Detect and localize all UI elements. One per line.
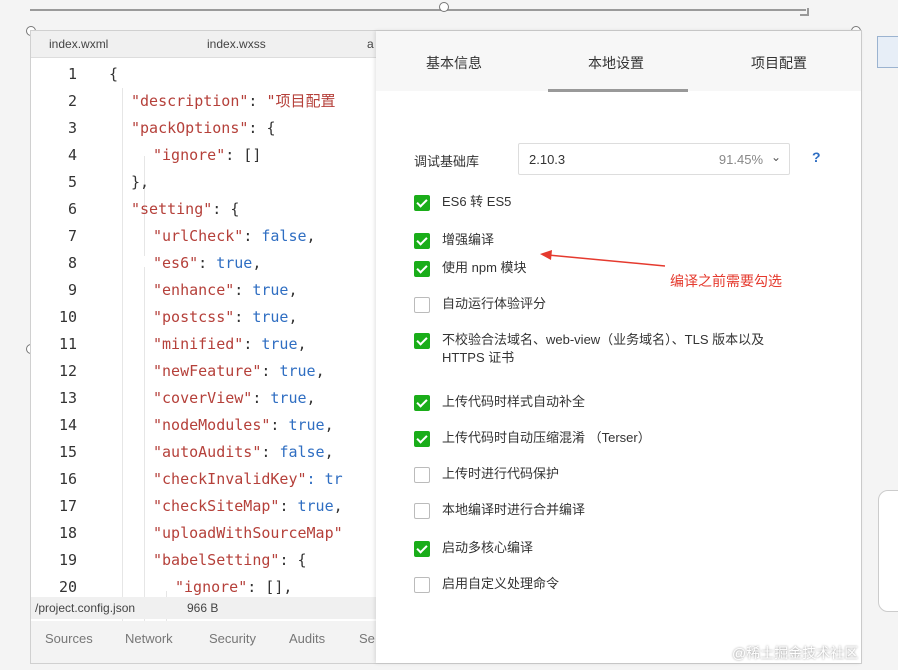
annotation-arrow <box>540 250 666 267</box>
side-panel-edge <box>878 490 898 612</box>
annotation-note: 编译之前需要勾选 <box>670 273 782 289</box>
side-toolbar-button[interactable] <box>877 36 898 68</box>
watermark: @稀土掘金技术社区 <box>732 645 859 661</box>
